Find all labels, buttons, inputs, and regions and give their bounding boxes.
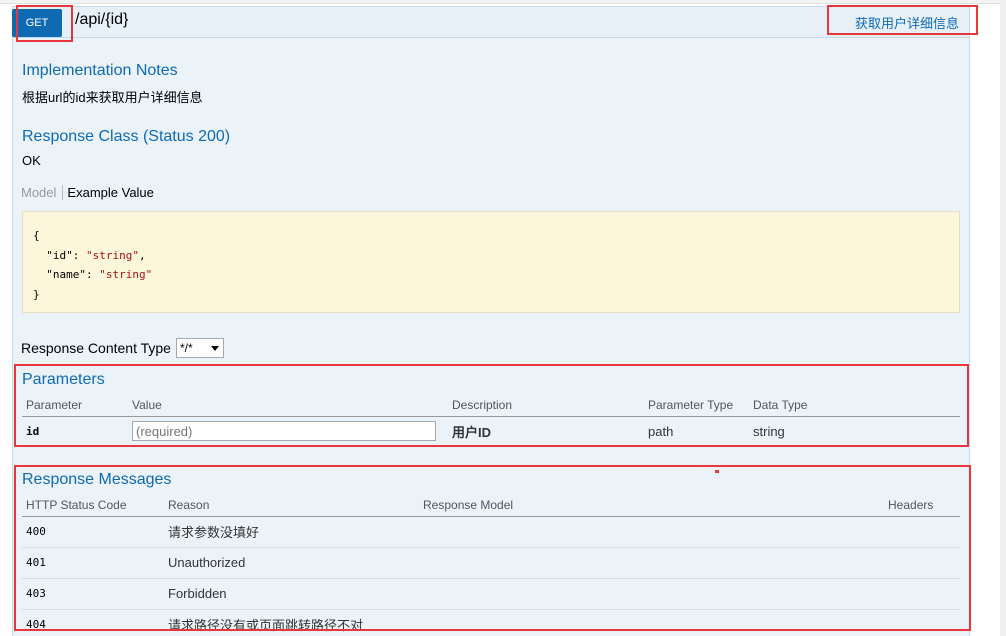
parameters-table: Parameter Value Description Parameter Ty… [22, 394, 960, 447]
status-code: 401 [22, 547, 164, 579]
status-code: 403 [22, 578, 164, 610]
json-close-brace: } [33, 287, 40, 301]
http-method-badge[interactable]: GET [12, 9, 62, 37]
col-parameter-type: Parameter Type [644, 394, 749, 417]
status-reason: Unauthorized [164, 547, 419, 579]
status-headers [884, 516, 960, 548]
status-model [419, 516, 884, 548]
parameters-header-row: Parameter Value Description Parameter Ty… [22, 394, 960, 417]
annotation-mark [715, 470, 719, 473]
page-scrollbar[interactable] [1000, 0, 1006, 636]
json-value-name: "string" [99, 268, 153, 281]
implementation-notes-heading: Implementation Notes [22, 62, 178, 79]
json-line-name: "name": "string" [46, 268, 153, 281]
table-row: id 用户ID path string [22, 416, 960, 447]
status-reason: 请求参数没填好 [164, 516, 419, 548]
param-description: 用户ID [448, 416, 644, 447]
status-reason: 请求路径没有或页面跳转路径不对 [164, 609, 419, 636]
example-value-code[interactable]: { "id": "string", "name": "string" } [22, 211, 960, 313]
response-messages-header-row: HTTP Status Code Reason Response Model H… [22, 494, 960, 517]
response-class-heading: Response Class (Status 200) [22, 128, 231, 145]
status-model [419, 609, 884, 636]
json-line-id: "id": "string", [46, 248, 146, 262]
json-key-name: "name" [46, 268, 86, 281]
status-headers [884, 547, 960, 579]
table-row: 400 请求参数没填好 [22, 516, 960, 548]
parameters-heading: Parameters [22, 371, 105, 388]
json-key-id: "id" [46, 248, 73, 262]
param-value-cell [128, 416, 448, 447]
model-tabs: Model Example Value [21, 185, 154, 200]
chevron-down-icon [211, 346, 219, 351]
response-content-type-label: Response Content Type [21, 340, 171, 356]
table-row: 404 请求路径没有或页面跳转路径不对 [22, 609, 960, 636]
status-code: 404 [22, 609, 164, 636]
status-headers [884, 578, 960, 610]
status-model [419, 578, 884, 610]
operation-header[interactable] [12, 6, 970, 38]
operation-summary-link[interactable]: 获取用户详细信息 [855, 13, 959, 32]
implementation-notes-text: 根据url的id来获取用户详细信息 [22, 90, 203, 105]
browser-top-strip [0, 0, 1006, 4]
col-status-code: HTTP Status Code [22, 494, 164, 517]
param-type: path [644, 416, 749, 447]
status-model [419, 547, 884, 579]
tab-model[interactable]: Model [21, 185, 64, 200]
tab-example-value[interactable]: Example Value [63, 185, 153, 200]
json-open-brace: { [33, 229, 40, 242]
col-value: Value [128, 394, 448, 417]
col-description: Description [448, 394, 644, 417]
param-data-type: string [749, 416, 960, 447]
json-value-id: "string" [86, 248, 139, 262]
param-name: id [22, 416, 128, 447]
table-row: 401 Unauthorized [22, 547, 960, 579]
param-id-input[interactable] [132, 421, 436, 441]
status-reason: Forbidden [164, 578, 419, 610]
status-headers [884, 609, 960, 636]
response-content-type-value: */* [180, 341, 193, 355]
response-class-status: OK [22, 153, 41, 168]
response-content-type-select[interactable]: */* [176, 338, 224, 358]
response-messages-heading: Response Messages [22, 471, 172, 488]
endpoint-path[interactable]: /api/{id} [75, 11, 128, 29]
col-data-type: Data Type [749, 394, 960, 417]
col-response-model: Response Model [419, 494, 884, 517]
col-reason: Reason [164, 494, 419, 517]
col-parameter: Parameter [22, 394, 128, 417]
col-headers: Headers [884, 494, 960, 517]
response-messages-table: HTTP Status Code Reason Response Model H… [22, 494, 960, 636]
table-row: 403 Forbidden [22, 578, 960, 610]
status-code: 400 [22, 516, 164, 548]
